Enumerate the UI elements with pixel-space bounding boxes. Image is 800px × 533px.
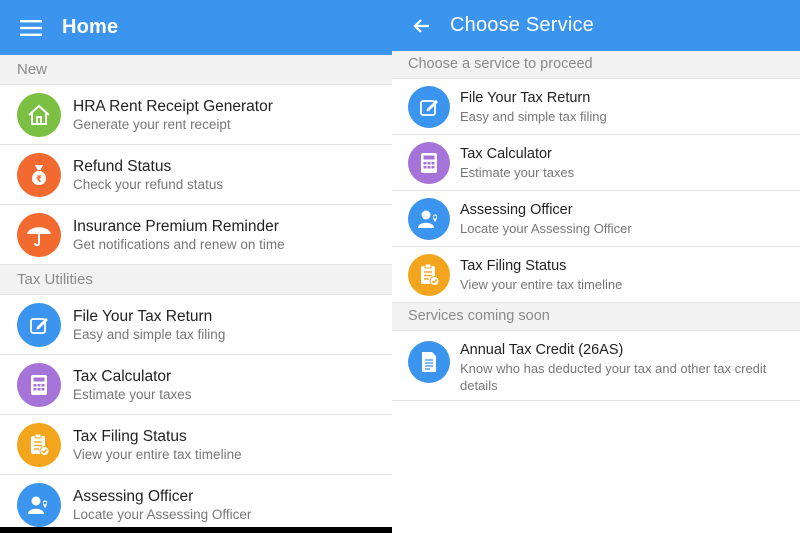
- page-title: Home: [62, 16, 119, 38]
- document-icon: [408, 341, 450, 383]
- item-title: Annual Tax Credit (26AS): [460, 342, 624, 358]
- hamburger-menu-icon[interactable]: [0, 0, 62, 55]
- item-title: Tax Calculator: [460, 145, 552, 162]
- item-subtitle: Locate your Assessing Officer: [460, 220, 632, 236]
- section-header-new: New: [0, 55, 392, 85]
- item-subtitle: Locate your Assessing Officer: [73, 506, 252, 522]
- list-item-hra-rent-receipt[interactable]: HRA Rent Receipt Generator Generate your…: [0, 85, 392, 145]
- clipboard-check-icon: [17, 422, 61, 467]
- home-screen: Home New HRA Rent Receipt Generator Gene…: [0, 0, 392, 533]
- choose-service-screen: Choose Service Choose a service to proce…: [392, 0, 800, 533]
- item-title: Tax Filing Status: [460, 257, 567, 274]
- item-subtitle: Check your refund status: [73, 176, 224, 192]
- list-item-refund-status[interactable]: ₹ Refund Status Check your refund status: [0, 145, 392, 205]
- officer-location-icon: [408, 197, 450, 240]
- back-arrow-icon[interactable]: [392, 0, 450, 51]
- edit-icon: [408, 85, 450, 128]
- section-header-coming-soon: Services coming soon: [392, 303, 800, 331]
- item-subtitle: Easy and simple tax filing: [73, 326, 226, 342]
- clipboard-check-icon: [408, 253, 450, 296]
- bottom-edge: [0, 527, 392, 533]
- list-item-tax-filing-status[interactable]: Tax Filing Status View your entire tax t…: [392, 247, 800, 303]
- page-title: Choose Service: [450, 14, 594, 36]
- list-item-tax-filing-status[interactable]: Tax Filing Status View your entire tax t…: [0, 415, 392, 475]
- item-subtitle: Get notifications and renew on time: [73, 236, 285, 252]
- edit-icon: [17, 302, 61, 347]
- item-subtitle: View your entire tax timeline: [73, 446, 242, 462]
- list-item-annual-tax-credit[interactable]: Annual Tax Credit (26AS) Know who has de…: [392, 331, 800, 401]
- section-header-tax-utilities: Tax Utilities: [0, 265, 392, 295]
- choose-service-app-bar: Choose Service: [392, 0, 800, 51]
- money-bag-icon: ₹: [17, 152, 61, 197]
- officer-location-icon: [17, 482, 61, 527]
- item-subtitle: Generate your rent receipt: [73, 116, 231, 132]
- house-icon: [17, 92, 61, 137]
- item-title: HRA Rent Receipt Generator: [73, 97, 273, 115]
- item-subtitle: Know who has deducted your tax and other…: [460, 361, 767, 393]
- item-title: File Your Tax Return: [73, 307, 213, 325]
- item-subtitle: Estimate your taxes: [460, 164, 575, 180]
- list-item-file-tax-return[interactable]: File Your Tax Return Easy and simple tax…: [0, 295, 392, 355]
- item-title: Assessing Officer: [73, 487, 194, 505]
- list-item-file-tax-return[interactable]: File Your Tax Return Easy and simple tax…: [392, 79, 800, 135]
- list-item-insurance-premium-reminder[interactable]: Insurance Premium Reminder Get notificat…: [0, 205, 392, 265]
- item-title: Refund Status: [73, 157, 172, 175]
- umbrella-icon: [17, 212, 61, 257]
- item-title: Tax Filing Status: [73, 427, 187, 445]
- item-subtitle: Easy and simple tax filing: [460, 108, 607, 124]
- item-title: Insurance Premium Reminder: [73, 217, 279, 235]
- section-header-choose-service: Choose a service to proceed: [392, 51, 800, 79]
- item-title: Tax Calculator: [73, 367, 172, 385]
- item-subtitle: Estimate your taxes: [73, 386, 192, 402]
- list-item-tax-calculator[interactable]: Tax Calculator Estimate your taxes: [0, 355, 392, 415]
- list-item-assessing-officer[interactable]: Assessing Officer Locate your Assessing …: [0, 475, 392, 533]
- home-app-bar: Home: [0, 0, 392, 55]
- item-title: File Your Tax Return: [460, 89, 591, 106]
- calculator-icon: [408, 141, 450, 184]
- item-title: Assessing Officer: [460, 201, 573, 218]
- list-item-assessing-officer[interactable]: Assessing Officer Locate your Assessing …: [392, 191, 800, 247]
- svg-text:₹: ₹: [36, 175, 42, 185]
- item-subtitle: View your entire tax timeline: [460, 276, 623, 292]
- list-item-tax-calculator[interactable]: Tax Calculator Estimate your taxes: [392, 135, 800, 191]
- calculator-icon: [17, 362, 61, 407]
